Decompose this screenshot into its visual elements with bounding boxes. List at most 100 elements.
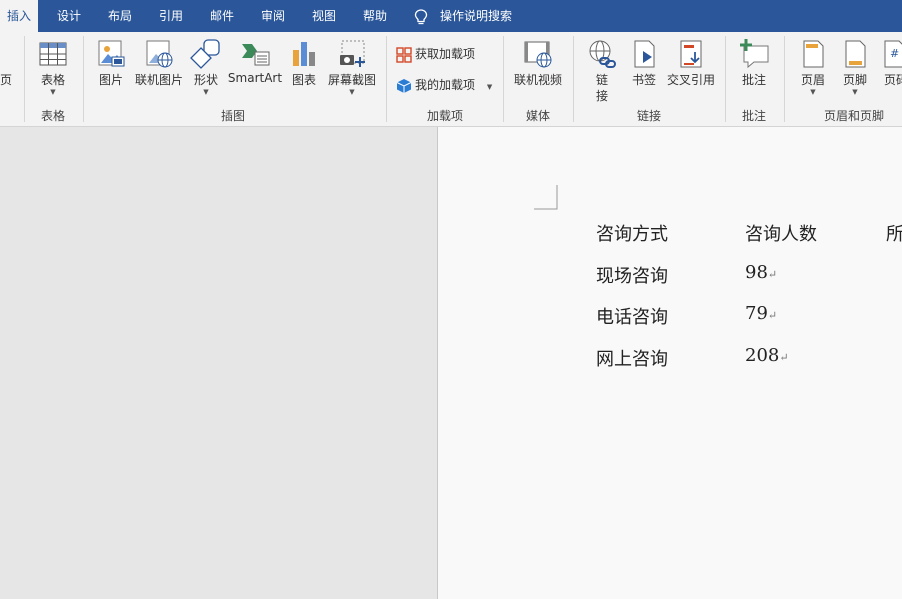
page-number-button-label: 页码 bbox=[884, 73, 902, 87]
paragraph-mark: ↵ bbox=[779, 351, 789, 364]
group-label-table: 表格 bbox=[40, 109, 65, 123]
group-label-media: 媒体 bbox=[525, 109, 550, 123]
table-cell-method: 电话咨询 bbox=[596, 307, 668, 328]
table-cell-count: 98↵ bbox=[745, 262, 777, 283]
picture-icon bbox=[98, 40, 125, 67]
paragraph-mark: ↵ bbox=[767, 268, 778, 281]
new-comment-button-label: 批注 bbox=[741, 73, 766, 87]
group-label-links: 链接 bbox=[636, 109, 661, 123]
table-header-partial: 所 bbox=[886, 224, 902, 245]
online-video-icon bbox=[524, 41, 552, 68]
cross-reference-button[interactable]: 交叉引用 bbox=[664, 32, 718, 102]
paragraph-mark: ↵ bbox=[767, 309, 778, 322]
chevron-down-icon: ▼ bbox=[203, 88, 209, 96]
shapes-button[interactable]: 形状 ▼ bbox=[188, 32, 224, 102]
table-cell-count: 208↵ bbox=[745, 345, 789, 366]
screenshot-button-label: 屏幕截图 bbox=[327, 73, 376, 87]
online-picture-icon bbox=[146, 40, 173, 68]
footer-icon bbox=[845, 40, 866, 68]
group-label-header-footer: 页眉和页脚 bbox=[823, 109, 884, 123]
lightbulb-icon bbox=[414, 8, 428, 24]
table-button[interactable]: 表格 ▼ bbox=[32, 32, 74, 102]
store-icon bbox=[396, 46, 412, 63]
tab-review[interactable]: 审阅 bbox=[261, 0, 285, 32]
tab-insert[interactable]: 插入 bbox=[0, 0, 39, 32]
chevron-down-icon: ▼ bbox=[486, 83, 493, 91]
footer-button[interactable]: 页脚 ▼ bbox=[836, 32, 874, 102]
bookmark-button-label: 书签 bbox=[631, 73, 656, 87]
link-icon bbox=[589, 40, 616, 68]
tab-mailings[interactable]: 邮件 bbox=[210, 0, 234, 32]
header-button[interactable]: 页眉 ▼ bbox=[794, 32, 832, 102]
link-button-label-line1: 链 bbox=[595, 73, 608, 87]
shapes-button-label: 形状 bbox=[193, 73, 218, 87]
chevron-down-icon: ▼ bbox=[810, 88, 816, 96]
online-video-button[interactable]: 联机视频 bbox=[510, 32, 566, 102]
new-comment-icon bbox=[740, 39, 769, 69]
separator bbox=[503, 36, 504, 122]
online-video-button-label: 联机视频 bbox=[513, 73, 562, 87]
separator bbox=[725, 36, 726, 122]
page-button-partial[interactable]: 页 bbox=[0, 32, 12, 102]
footer-button-label: 页脚 bbox=[842, 73, 867, 87]
table-button-label: 表格 bbox=[40, 73, 65, 87]
table-cell-method: 网上咨询 bbox=[596, 349, 668, 370]
count-value: 98 bbox=[745, 262, 768, 283]
smartart-button-label: SmartArt bbox=[227, 71, 283, 85]
chart-icon bbox=[293, 42, 315, 66]
count-value: 208 bbox=[745, 345, 780, 366]
online-picture-button[interactable]: 联机图片 bbox=[132, 32, 186, 102]
group-label-comments: 批注 bbox=[741, 109, 766, 123]
table-cell-method: 现场咨询 bbox=[596, 266, 668, 287]
shapes-icon bbox=[190, 39, 220, 69]
smartart-button[interactable]: SmartArt bbox=[226, 32, 284, 102]
page-number-icon: # bbox=[884, 40, 902, 68]
document-page[interactable]: 咨询方式 咨询人数 所 现场咨询 98↵ 电话咨询 79↵ 网上咨询 208↵ bbox=[437, 127, 902, 599]
screenshot-button[interactable]: 屏幕截图 ▼ bbox=[324, 32, 380, 102]
get-addins-label: 获取加载项 bbox=[415, 47, 476, 61]
group-label-illustrations: 插图 bbox=[220, 109, 245, 123]
separator bbox=[573, 36, 574, 122]
my-addins-label: 我的加载项 bbox=[415, 78, 476, 92]
chart-button[interactable]: 图表 bbox=[286, 32, 322, 102]
link-button[interactable]: 链 接 bbox=[584, 32, 620, 103]
link-button-label-line2: 接 bbox=[595, 89, 608, 103]
separator bbox=[24, 36, 25, 122]
new-comment-button[interactable]: 批注 bbox=[734, 32, 774, 102]
tab-help[interactable]: 帮助 bbox=[363, 0, 387, 32]
tab-design[interactable]: 设计 bbox=[57, 0, 81, 32]
screenshot-icon bbox=[340, 40, 365, 67]
addin-cube-icon bbox=[396, 78, 412, 93]
tab-view[interactable]: 视图 bbox=[312, 0, 336, 32]
separator bbox=[386, 36, 387, 122]
bookmark-icon bbox=[634, 40, 655, 68]
table-icon bbox=[39, 42, 67, 66]
table-header-count: 咨询人数 bbox=[745, 224, 817, 245]
page-number-button[interactable]: # 页码 bbox=[878, 32, 902, 102]
picture-button-label: 图片 bbox=[98, 73, 123, 87]
page-button-label: 页 bbox=[0, 73, 12, 87]
ribbon-tab-bar: 插入 设计 布局 引用 邮件 审阅 视图 帮助 操作说明搜索 bbox=[0, 0, 902, 32]
chevron-down-icon: ▼ bbox=[349, 88, 355, 96]
my-addins-button[interactable]: 我的加载项 ▼ bbox=[396, 75, 492, 95]
tab-layout[interactable]: 布局 bbox=[108, 0, 132, 32]
document-canvas: 咨询方式 咨询人数 所 现场咨询 98↵ 电话咨询 79↵ 网上咨询 208↵ bbox=[0, 127, 902, 599]
table-cell-count: 79↵ bbox=[745, 303, 777, 324]
svg-text:#: # bbox=[890, 47, 899, 60]
ribbon-insert: 页 表格 ▼ 表格 图片 联机图片 形状 ▼ SmartArt 图表 屏幕截图 … bbox=[0, 32, 902, 127]
chevron-down-icon: ▼ bbox=[852, 88, 858, 96]
table-header-method: 咨询方式 bbox=[596, 224, 668, 245]
separator bbox=[784, 36, 785, 122]
tab-references[interactable]: 引用 bbox=[159, 0, 183, 32]
cross-reference-button-label: 交叉引用 bbox=[666, 73, 715, 87]
page-icon bbox=[0, 38, 14, 70]
header-button-label: 页眉 bbox=[800, 73, 825, 87]
cross-reference-icon bbox=[680, 40, 702, 68]
margin-corner-mark bbox=[534, 185, 558, 210]
tell-me-search[interactable]: 操作说明搜索 bbox=[414, 0, 512, 32]
group-label-addins: 加载项 bbox=[426, 109, 463, 123]
picture-button[interactable]: 图片 bbox=[92, 32, 130, 102]
get-addins-button[interactable]: 获取加载项 bbox=[396, 44, 475, 64]
count-value: 79 bbox=[745, 303, 768, 324]
bookmark-button[interactable]: 书签 bbox=[626, 32, 662, 102]
